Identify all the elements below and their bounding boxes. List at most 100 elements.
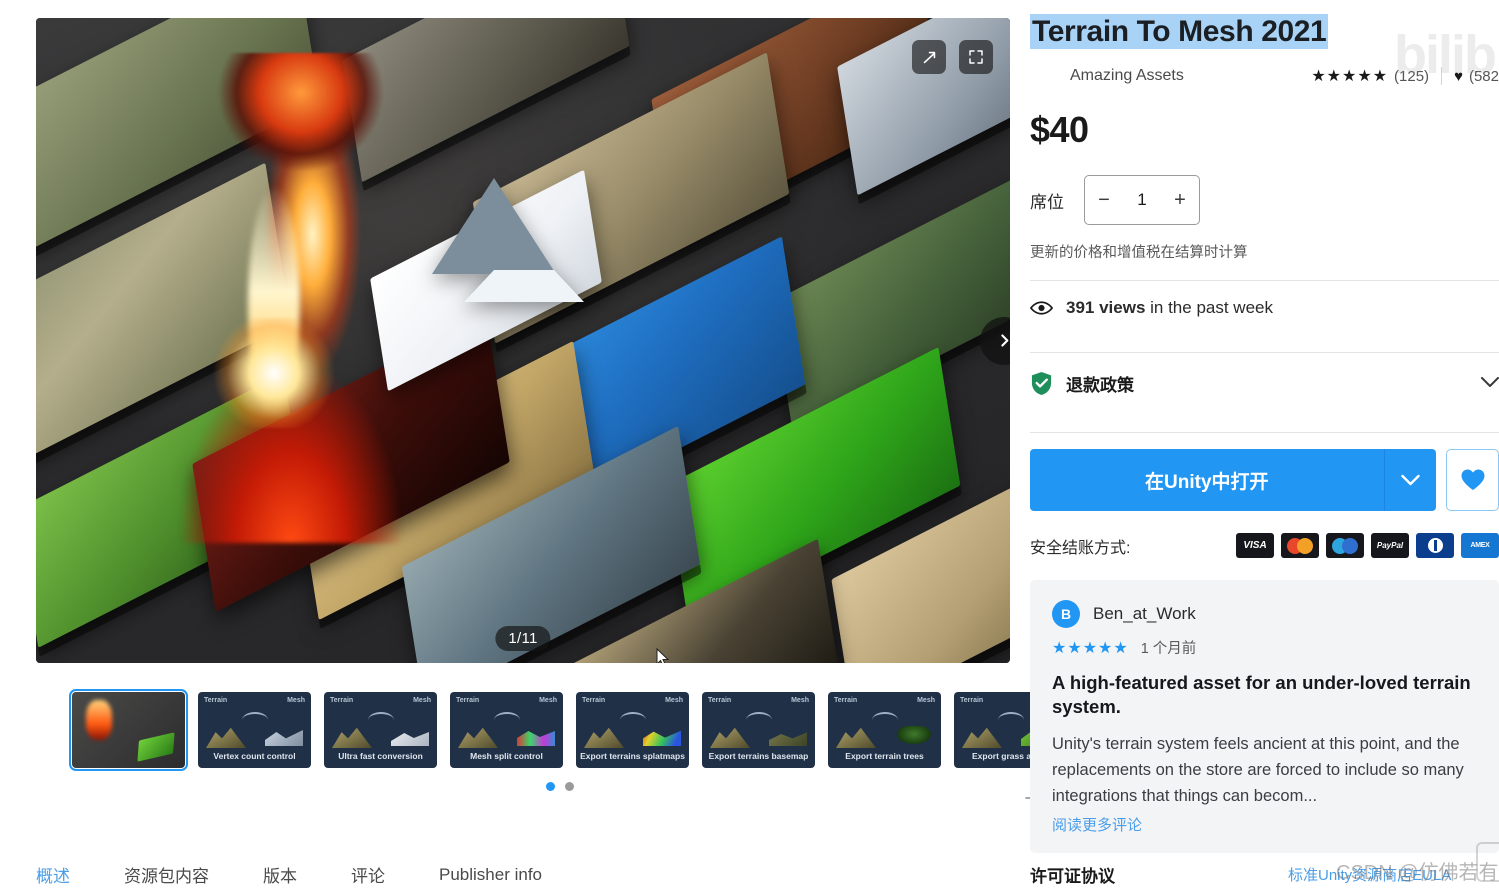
- thumb-caption: Ultra fast conversion: [338, 751, 423, 761]
- thumb-mountain-icon: [710, 727, 750, 748]
- refund-policy-label: 退款政策: [1066, 376, 1134, 395]
- review-meta: ★★★★★ 1 个月前: [1052, 637, 1477, 658]
- thumb-tree-icon: [896, 726, 932, 744]
- license-heading: 许可证协议: [1030, 867, 1115, 886]
- thumbnail-3[interactable]: Terrain Mesh Mesh split control: [450, 692, 563, 768]
- vendor-name[interactable]: Amazing Assets: [1070, 67, 1184, 85]
- thumbnail-2[interactable]: Terrain Mesh Ultra fast conversion: [324, 692, 437, 768]
- thumb-mesh-shape: [265, 730, 303, 746]
- tab-package-contents[interactable]: 资源包内容: [124, 862, 209, 887]
- review-body: Unity's terrain system feels ancient at …: [1052, 734, 1464, 805]
- snow-mountain-peak: [432, 178, 584, 302]
- thumb-arrow-icon: [746, 712, 772, 720]
- license-link[interactable]: 标准Unity资源商店EULA: [1288, 864, 1451, 885]
- seat-selector: 席位 − 1 +: [1030, 175, 1499, 225]
- media-gallery: 1/11 Terrain Mesh Vertex count control T…: [36, 18, 1067, 805]
- tab-reviews[interactable]: 评论: [351, 862, 385, 887]
- divider: [1441, 67, 1443, 85]
- seats-value[interactable]: 1: [1123, 190, 1161, 210]
- thumb-label-terrain: Terrain: [708, 697, 732, 704]
- image-counter: 1/11: [495, 626, 551, 651]
- thumbnail-6[interactable]: Terrain Mesh Export terrain trees: [828, 692, 941, 768]
- tab-versions[interactable]: 版本: [263, 862, 297, 887]
- thumb-mesh-shape: [769, 732, 807, 746]
- pagination-dot-2[interactable]: [565, 782, 574, 791]
- thumb-label-mesh: Mesh: [287, 697, 305, 704]
- add-to-favorites-button[interactable]: [1446, 449, 1499, 511]
- thumb-label-terrain: Terrain: [834, 697, 858, 704]
- eruption-flash: [214, 318, 334, 428]
- thumb-label-mesh: Mesh: [539, 697, 557, 704]
- payment-methods: VISA PayPal AMEX: [1236, 533, 1499, 558]
- thumb-mountain-icon: [332, 727, 372, 748]
- mastercard-icon: [1281, 533, 1319, 558]
- open-in-unity-button[interactable]: 在Unity中打开: [1030, 449, 1384, 511]
- chevron-down-icon[interactable]: [1383, 449, 1437, 511]
- review-header: B Ben_at_Work: [1052, 600, 1477, 628]
- thumb-label-mesh: Mesh: [791, 697, 809, 704]
- views-count: 391 views: [1066, 298, 1146, 317]
- quantity-stepper: − 1 +: [1084, 175, 1200, 225]
- thumb-caption: Export terrain trees: [845, 751, 924, 761]
- share-icon[interactable]: [912, 40, 946, 74]
- views-suffix: in the past week: [1145, 298, 1273, 317]
- thumb-mesh-shape: [643, 730, 681, 746]
- review-username[interactable]: Ben_at_Work: [1093, 604, 1196, 624]
- read-more-reviews-link[interactable]: 阅读更多评论: [1052, 814, 1477, 835]
- asset-store-page: 1/11 Terrain Mesh Vertex count control T…: [0, 0, 1499, 894]
- thumbnail-4[interactable]: Terrain Mesh Export terrains splatmaps: [576, 692, 689, 768]
- thumb-mesh-shape: [391, 732, 429, 746]
- favorite-count: (582: [1468, 67, 1499, 85]
- thumb-arrow-icon: [494, 712, 520, 720]
- thumbnail-1[interactable]: Terrain Mesh Vertex count control: [198, 692, 311, 768]
- views-row: 391 views in the past week: [1030, 281, 1499, 334]
- thumb-caption: Vertex count control: [213, 751, 296, 761]
- thumb-arrow-icon: [998, 712, 1024, 720]
- byline: Amazing Assets ★★★★★ (125) ♥ (582: [1030, 65, 1499, 87]
- maestro-icon: [1326, 533, 1364, 558]
- thumb-arrow-icon: [620, 712, 646, 720]
- thumb-label-terrain: Terrain: [456, 697, 480, 704]
- tab-publisher-info[interactable]: Publisher info: [439, 865, 542, 885]
- increase-seats-button[interactable]: +: [1161, 189, 1199, 212]
- hero-image[interactable]: 1/11: [36, 18, 1010, 663]
- views-text: 391 views in the past week: [1066, 298, 1273, 318]
- tab-overview[interactable]: 概述: [36, 862, 70, 887]
- chevron-down-icon[interactable]: [1481, 375, 1499, 393]
- thumb-mountain-icon: [836, 727, 876, 748]
- thumbnail-strip: Terrain Mesh Vertex count control Terrai…: [69, 689, 1067, 771]
- thumb-caption: Export terrains basemap: [708, 751, 809, 761]
- eye-icon: [1030, 301, 1053, 315]
- cta-row: 在Unity中打开: [1030, 449, 1499, 511]
- thumb-arrow-icon: [872, 712, 898, 720]
- visa-icon: VISA: [1236, 533, 1274, 558]
- secure-checkout-label: 安全结账方式:: [1030, 539, 1131, 557]
- divider: [1030, 432, 1499, 433]
- star-rating-icon: ★★★★★: [1052, 639, 1129, 657]
- thumb-label-terrain: Terrain: [960, 697, 984, 704]
- refund-policy-row[interactable]: 退款政策: [1030, 353, 1499, 414]
- thumb-label-mesh: Mesh: [665, 697, 683, 704]
- thumbnail-5[interactable]: Terrain Mesh Export terrains basemap: [702, 692, 815, 768]
- review-count: (125): [1394, 67, 1430, 85]
- thumb-label-terrain: Terrain: [330, 697, 354, 704]
- thumb-mountain-icon: [584, 727, 624, 748]
- terrain-scene: [36, 18, 1010, 663]
- pagination-dot-1[interactable]: [546, 782, 555, 791]
- seats-label: 席位: [1030, 192, 1064, 212]
- thumb-label-terrain: Terrain: [204, 697, 228, 704]
- thumb-mountain-icon: [458, 727, 498, 748]
- review-card: B Ben_at_Work ★★★★★ 1 个月前 A high-feature…: [1030, 580, 1499, 853]
- star-rating-icon: ★★★★★: [1311, 68, 1389, 85]
- tax-note: 更新的价格和增值税在结算时计算: [1030, 245, 1248, 261]
- diners-club-icon: [1416, 533, 1454, 558]
- thumb-label-mesh: Mesh: [917, 697, 935, 704]
- thumbnail-0[interactable]: [69, 689, 188, 771]
- review-title: A high-featured asset for an under-loved…: [1052, 672, 1471, 718]
- shield-check-icon: [1031, 372, 1052, 395]
- thumb-mountain-icon: [962, 727, 1002, 748]
- decrease-seats-button[interactable]: −: [1085, 189, 1123, 212]
- fullscreen-icon[interactable]: [959, 40, 993, 74]
- heart-icon: [1461, 469, 1485, 490]
- review-date: 1 个月前: [1140, 641, 1197, 657]
